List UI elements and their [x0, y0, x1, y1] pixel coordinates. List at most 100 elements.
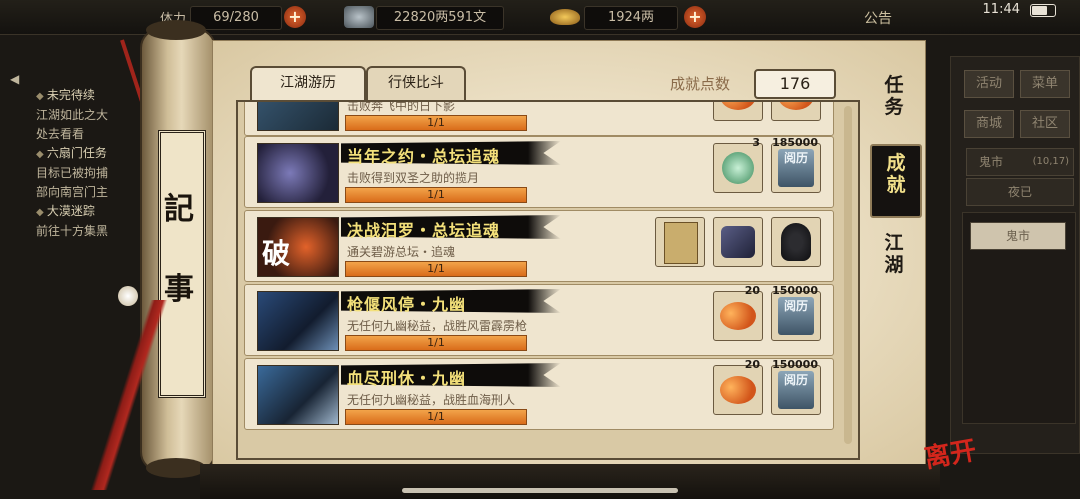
status-time: 11:44: [982, 2, 1020, 17]
achievement-description: 通关碧游总坛・追魂: [347, 245, 456, 259]
achievement-row[interactable]: 枪偃风停・九幽无任何九幽秘益，战胜风雷霹雳枪 1/1 20 阅历 150000: [244, 284, 834, 356]
yueli-tome-icon: 阅历: [778, 149, 814, 187]
list-scrollbar[interactable]: [844, 106, 852, 444]
achievement-thumbnail: [257, 291, 339, 351]
time-row: 夜已: [966, 178, 1074, 206]
reward-slot[interactable]: [713, 102, 763, 121]
progress-bar: 1/1: [345, 187, 527, 203]
orange-item-icon: [720, 102, 756, 110]
reward-count: 150000: [772, 358, 818, 371]
tab-jianghu-travel[interactable]: 江湖游历: [250, 66, 366, 100]
location-row: 鬼市 (10,17): [966, 148, 1074, 176]
orange-item-icon: [778, 102, 814, 110]
progress-bar: 1/1: [345, 115, 527, 131]
progress-text: 1/1: [427, 336, 445, 349]
broken-badge-label: 破: [262, 237, 291, 270]
community-button[interactable]: 社区: [1020, 110, 1070, 138]
yueli-tome-icon: 阅历: [778, 371, 814, 409]
notice-button[interactable]: 公告: [864, 8, 892, 28]
add-stamina-button[interactable]: +: [284, 6, 306, 28]
quest-log-line: 部向南宫门主: [36, 185, 109, 199]
achievement-row[interactable]: 破 决战汨罗・总坛追魂通关碧游总坛・追魂 1/1: [244, 210, 834, 282]
achievement-thumbnail: [257, 365, 339, 425]
achievement-points-value: 176: [754, 69, 836, 99]
progress-text: 1/1: [427, 262, 445, 275]
reward-slot[interactable]: 阅历 185000: [771, 136, 821, 193]
nav-tasks[interactable]: 任务: [870, 74, 918, 124]
achievement-title: 血尽刑休・九幽: [347, 369, 467, 388]
peach-icon: [720, 302, 756, 330]
quest-log-heading: 未完待续: [36, 86, 146, 106]
location-name: 鬼市: [979, 155, 1004, 169]
achievement-description: 无任何九幽秘益，战胜风雷霹雳枪: [347, 319, 528, 333]
achievement-description: 无任何九幽秘益，战胜血海刑人: [347, 393, 516, 407]
progress-bar: 1/1: [345, 261, 527, 277]
quest-log-line: 江湖如此之大: [36, 108, 109, 122]
nav-achievements[interactable]: 成就: [870, 144, 922, 218]
reward-slot[interactable]: 20: [713, 284, 763, 341]
money-value: 22820两591文: [376, 6, 504, 30]
reward-slot[interactable]: 阅历 150000: [771, 358, 821, 415]
quest-log-line: 处去看看: [36, 127, 85, 141]
location-coords: (10,17): [1032, 156, 1069, 167]
achievement-title: 枪偃风停・九幽: [347, 295, 467, 314]
reward-slot[interactable]: 20: [713, 358, 763, 415]
reward-count: 185000: [772, 136, 818, 149]
peach-icon: [720, 376, 756, 404]
quest-log-line: 前往十方集黑: [36, 224, 109, 238]
achievement-points-label: 成就点数: [670, 75, 731, 93]
reward-slot[interactable]: [713, 217, 763, 267]
achievement-description: 击败奔飞中的日下影: [347, 100, 456, 113]
home-indicator: [402, 488, 678, 493]
progress-text: 1/1: [427, 188, 445, 201]
ghost-market-entry[interactable]: 鬼市: [970, 222, 1066, 250]
bottom-menu-bar: [200, 464, 940, 499]
achievement-list[interactable]: 击败奔飞中的日下影 1/1 当年之约・总坛追魂 击败得到双圣之助的揽月 1/1 3 阅历 18…: [236, 100, 860, 460]
reward-slot[interactable]: 阅历 150000: [771, 284, 821, 341]
quest-log-list: 未完待续江湖如此之大处去看看六扇门任务目标已被拘捕部向南宫门主大漠迷踪前往十方集…: [36, 86, 146, 241]
reward-slot[interactable]: [771, 102, 821, 121]
nav-tasks-label: 任务: [884, 74, 904, 118]
roller-cap-bottom: [146, 458, 206, 478]
collapse-arrow-icon[interactable]: ◀: [10, 72, 19, 86]
reward-count: 150000: [772, 284, 818, 297]
achievement-row[interactable]: 血尽刑休・九幽无任何九幽秘益，战胜血海刑人 1/1 20 阅历 150000: [244, 358, 834, 430]
progress-bar: 1/1: [345, 409, 527, 425]
reward-slot[interactable]: [771, 217, 821, 267]
achievement-description: 击败得到双圣之助的揽月: [347, 171, 480, 185]
tassel-bead: [118, 286, 138, 306]
gold-ingot-icon: [550, 9, 580, 25]
nav-jianghu[interactable]: 江湖: [870, 232, 918, 282]
quest-log-heading: 六扇门任务: [36, 144, 146, 164]
battery-icon: [1030, 4, 1056, 17]
events-button[interactable]: 活动: [964, 70, 1014, 98]
add-gold-button[interactable]: +: [684, 6, 706, 28]
coin-icon: [344, 6, 374, 28]
gold-value: 1924两: [584, 6, 678, 30]
achievement-row[interactable]: 当年之约・总坛追魂击败得到双圣之助的揽月 1/1 3 阅历 185000: [244, 136, 834, 208]
leave-button[interactable]: 离开: [921, 430, 979, 475]
progress-bar: 1/1: [345, 335, 527, 351]
progress-text: 1/1: [427, 410, 445, 423]
quest-log-line: 目标已被拘捕: [36, 166, 109, 180]
armor-icon: [721, 226, 755, 258]
progress-text: 1/1: [427, 116, 445, 129]
menu-button[interactable]: 菜单: [1020, 70, 1070, 98]
manual-book-icon: [664, 222, 698, 264]
nav-jianghu-label: 江湖: [884, 232, 904, 276]
shop-button[interactable]: 商城: [964, 110, 1014, 138]
reward-slot[interactable]: [655, 217, 705, 267]
achievement-title: 当年之约・总坛追魂: [347, 147, 501, 166]
achievement-thumbnail: [257, 102, 339, 131]
reward-count: 3: [752, 136, 760, 149]
tab-xiaxia-duel[interactable]: 行侠比斗: [366, 66, 466, 100]
achievement-title: 决战汨罗・总坛追魂: [347, 221, 501, 240]
reward-count: 20: [744, 284, 760, 297]
reward-count: 20: [744, 358, 760, 371]
quest-log-heading: 大漠迷踪: [36, 202, 146, 222]
scroll-title-char-1: 記: [164, 192, 194, 227]
nav-achievements-label: 成就: [886, 152, 906, 196]
achievement-row[interactable]: 击败奔飞中的日下影 1/1: [244, 100, 834, 136]
achievement-thumbnail: [257, 143, 339, 203]
reward-slot[interactable]: 3: [713, 136, 763, 193]
